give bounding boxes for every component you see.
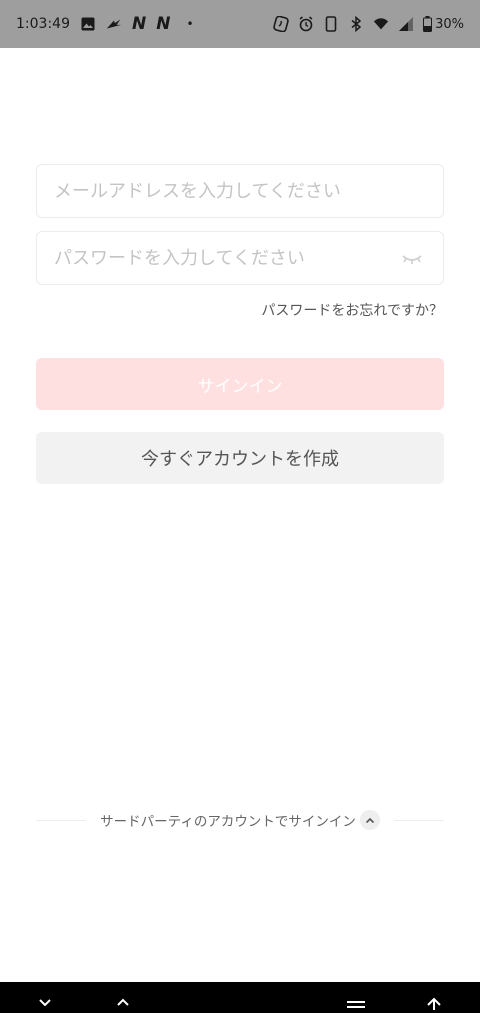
alarm-icon: [298, 16, 314, 32]
divider-left: [36, 819, 87, 821]
eye-closed-icon[interactable]: [401, 249, 423, 269]
notification-n-icon: N: [156, 14, 171, 34]
create-account-button[interactable]: 今すぐアカウントを作成: [36, 432, 444, 484]
menu-icon[interactable]: [346, 996, 366, 1013]
forgot-password-link[interactable]: パスワードをお忘れですか？: [261, 300, 443, 320]
image-icon: [80, 16, 96, 32]
password-field[interactable]: [36, 231, 444, 285]
chevron-up-icon[interactable]: [113, 996, 133, 1013]
email-field[interactable]: [36, 164, 444, 218]
battery-icon: [423, 16, 433, 32]
signal-icon: [398, 16, 414, 32]
signin-screen: 1:03:49 N N • 30% メールアドレスを入力してください パスワード…: [0, 0, 480, 1013]
chevron-down-icon[interactable]: [35, 996, 55, 1013]
wifi-icon: [373, 16, 389, 32]
bluetooth-icon: [348, 16, 364, 32]
password-input[interactable]: [54, 247, 384, 269]
status-time: 1:03:49: [16, 16, 70, 32]
notification-n-icon: N: [131, 14, 147, 34]
divider-right: [393, 819, 445, 821]
third-party-signin: サードパーティのアカウントでサインイン: [36, 808, 445, 832]
nfc-icon: [273, 16, 289, 32]
third-party-label: サードパーティのアカウントでサインイン: [100, 814, 356, 830]
sketch-icon: [106, 16, 122, 32]
battery-percent: 30%: [435, 16, 464, 32]
status-right: 30%: [273, 16, 464, 32]
signin-button[interactable]: サインイン: [36, 358, 444, 410]
email-input[interactable]: [54, 180, 384, 202]
phone-icon: [323, 16, 339, 32]
navigation-bar: [0, 982, 480, 1013]
notification-dot: •: [186, 17, 194, 31]
status-left: 1:03:49 N N •: [16, 14, 194, 34]
chevron-up-icon[interactable]: [359, 810, 380, 830]
status-bar: 1:03:49 N N • 30%: [0, 0, 480, 48]
arrow-up-icon[interactable]: [424, 996, 444, 1013]
